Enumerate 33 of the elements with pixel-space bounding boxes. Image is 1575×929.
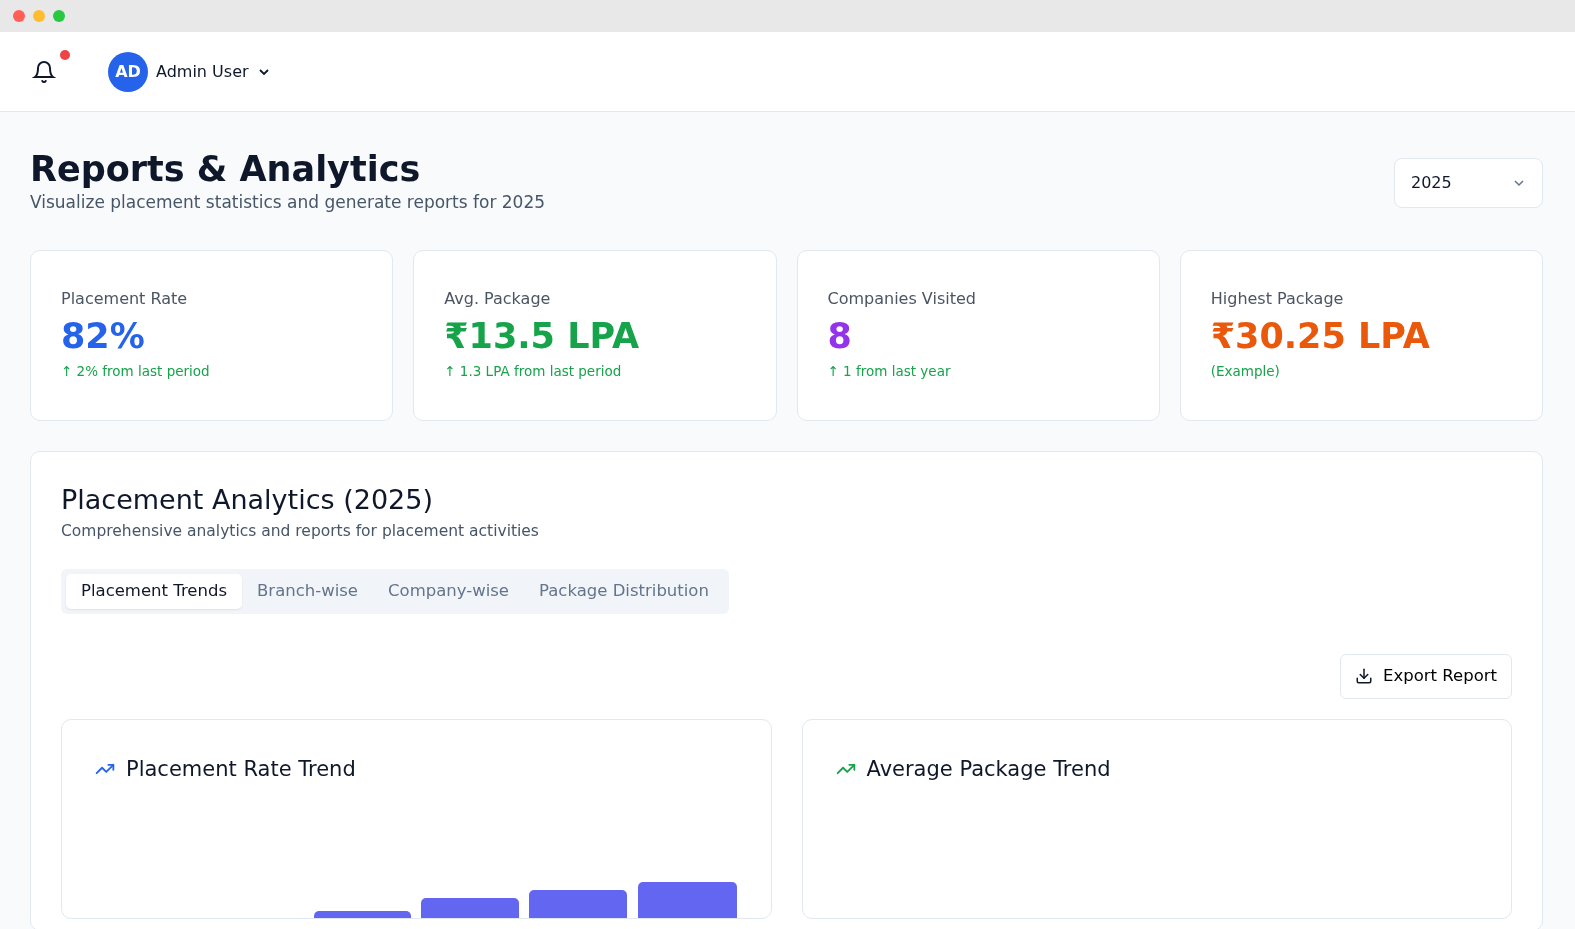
stat-change: ↑ 1.3 LPA from last period [444, 361, 623, 381]
user-menu[interactable]: AD Admin User [108, 51, 271, 92]
download-icon [1355, 667, 1374, 686]
section-title: Placement Analytics (2025) [61, 483, 434, 516]
stat-value: ₹30.25 LPA [1210, 314, 1431, 357]
stat-value: 82% [61, 314, 146, 357]
page-subtitle: Visualize placement statistics and generate reports for 2025 [30, 191, 546, 214]
stat-value: ₹13.5 LPA [444, 314, 640, 357]
stat-label: Highest Package [1210, 287, 1345, 310]
export-button[interactable]: Export Report [1340, 653, 1512, 699]
avatar: AD [108, 51, 148, 92]
stat-label: Placement Rate [61, 287, 189, 310]
select-value: 2025 [1411, 172, 1452, 194]
bell-icon [32, 59, 56, 84]
tab[interactable]: Placement Trends [66, 574, 243, 609]
section-subtitle: Comprehensive analytics and reports for placement activities [61, 520, 540, 542]
stat-change: ↑ 2% from last period [61, 361, 211, 381]
tab[interactable]: Package Distribution [524, 574, 724, 609]
stat-change: ↑ 1 from last year [827, 361, 952, 381]
page-title: Reports & Analytics [30, 148, 422, 190]
minimize-dot[interactable] [33, 10, 45, 22]
user-name: Admin User [156, 60, 249, 83]
chart-title: Placement Rate Trend [126, 755, 356, 783]
maximize-dot[interactable] [53, 10, 65, 22]
year-select[interactable]: 2025 [1394, 158, 1543, 208]
stat-change: (Example) [1210, 361, 1281, 381]
stat-label: Avg. Package [444, 287, 552, 310]
stat-value: 8 [827, 314, 853, 357]
stat-label: Companies Visited [827, 287, 977, 310]
chart-title: Average Package Trend [866, 755, 1111, 783]
tab[interactable]: Branch-wise [242, 574, 373, 609]
close-dot[interactable] [13, 10, 25, 22]
tab[interactable]: Company-wise [373, 574, 524, 609]
